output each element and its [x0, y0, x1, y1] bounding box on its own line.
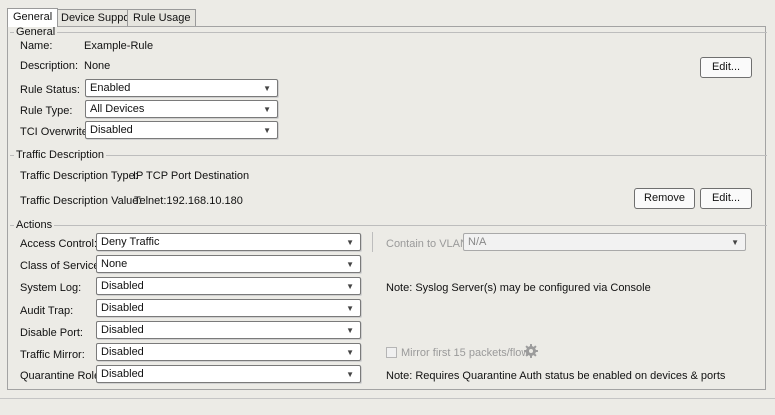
- chevron-down-icon: ▼: [346, 260, 354, 269]
- traffic-description-legend: Traffic Description: [14, 149, 107, 162]
- tci-overwrite-dropdown[interactable]: Disabled ▼: [85, 121, 278, 139]
- traffic-mirror-label: Traffic Mirror:: [20, 349, 85, 361]
- name-value: Example-Rule: [84, 40, 154, 52]
- chevron-down-icon: ▼: [263, 84, 271, 93]
- traffic-edit-button[interactable]: Edit...: [700, 188, 752, 209]
- remove-button[interactable]: Remove: [634, 188, 695, 209]
- chevron-down-icon: ▼: [346, 238, 354, 247]
- chevron-down-icon: ▼: [346, 326, 354, 335]
- chevron-down-icon: ▼: [346, 282, 354, 291]
- traffic-mirror-dropdown[interactable]: Disabled ▼: [96, 343, 361, 361]
- class-of-service-label: Class of Service:: [20, 260, 103, 272]
- system-log-value: Disabled: [101, 280, 144, 292]
- rule-status-dropdown[interactable]: Enabled ▼: [85, 79, 278, 97]
- gear-icon[interactable]: [523, 343, 539, 359]
- contain-to-vlan-value: N/A: [468, 236, 487, 248]
- description-label: Description:: [20, 60, 79, 72]
- tab-rule-usage[interactable]: Rule Usage: [127, 9, 197, 26]
- chevron-down-icon: ▼: [346, 304, 354, 313]
- access-control-label: Access Control:: [20, 238, 98, 250]
- access-control-value: Deny Traffic: [101, 236, 160, 248]
- tci-overwrite-value: Disabled: [90, 124, 133, 136]
- access-control-dropdown[interactable]: Deny Traffic ▼: [96, 233, 361, 251]
- quarantine-note: Note: Requires Quarantine Auth status be…: [386, 370, 726, 382]
- tab-label: Rule Usage: [133, 12, 191, 24]
- syslog-note: Note: Syslog Server(s) may be configured…: [386, 282, 651, 294]
- contain-to-vlan-dropdown[interactable]: N/A ▼: [463, 233, 746, 251]
- class-of-service-value: None: [101, 258, 128, 270]
- tab-label: Device Support: [61, 12, 137, 24]
- rule-status-label: Rule Status:: [20, 84, 80, 96]
- traffic-description-value-label: Traffic Description Value:: [20, 195, 142, 207]
- chevron-down-icon: ▼: [346, 370, 354, 379]
- audit-trap-label: Audit Trap:: [20, 305, 74, 317]
- general-edit-button[interactable]: Edit...: [700, 57, 752, 78]
- chevron-down-icon: ▼: [731, 238, 739, 247]
- chevron-down-icon: ▼: [263, 105, 271, 114]
- chevron-down-icon: ▼: [263, 126, 271, 135]
- quarantine-role-dropdown[interactable]: Disabled ▼: [96, 365, 361, 383]
- bottom-divider: [0, 398, 775, 399]
- rule-type-dropdown[interactable]: All Devices ▼: [85, 100, 278, 118]
- chevron-down-icon: ▼: [346, 348, 354, 357]
- quarantine-role-label: Quarantine Role:: [20, 370, 104, 382]
- tab-bar: General Device Support Rule Usage: [0, 0, 775, 28]
- rule-type-label: Rule Type:: [20, 105, 73, 117]
- disable-port-value: Disabled: [101, 324, 144, 336]
- class-of-service-dropdown[interactable]: None ▼: [96, 255, 361, 273]
- vertical-separator: [372, 232, 373, 252]
- disable-port-dropdown[interactable]: Disabled ▼: [96, 321, 361, 339]
- traffic-description-value-value: Telnet:192.168.10.180: [134, 195, 243, 207]
- name-label: Name:: [20, 40, 53, 52]
- traffic-description-type-label: Traffic Description Type:: [20, 170, 138, 182]
- disable-port-label: Disable Port:: [20, 327, 83, 339]
- actions-group-legend: Actions: [14, 219, 55, 232]
- tab-general[interactable]: General: [7, 8, 59, 27]
- quarantine-role-value: Disabled: [101, 368, 144, 380]
- rule-status-value: Enabled: [90, 82, 131, 94]
- traffic-mirror-value: Disabled: [101, 346, 144, 358]
- system-log-label: System Log:: [20, 282, 82, 294]
- audit-trap-dropdown[interactable]: Disabled ▼: [96, 299, 361, 317]
- mirror-packets-label: Mirror first 15 packets/flow: [401, 347, 530, 359]
- traffic-description-type-value: IP TCP Port Destination: [133, 170, 250, 182]
- system-log-dropdown[interactable]: Disabled ▼: [96, 277, 361, 295]
- mirror-packets-checkbox[interactable]: [386, 347, 397, 358]
- general-group-legend: General: [14, 26, 58, 39]
- tab-label: General: [13, 11, 53, 23]
- audit-trap-value: Disabled: [101, 302, 144, 314]
- contain-to-vlan-label: Contain to VLAN:: [386, 238, 471, 250]
- description-value: None: [84, 60, 111, 72]
- tci-overwrite-label: TCI Overwrite:: [20, 126, 91, 138]
- rule-type-value: All Devices: [90, 103, 145, 115]
